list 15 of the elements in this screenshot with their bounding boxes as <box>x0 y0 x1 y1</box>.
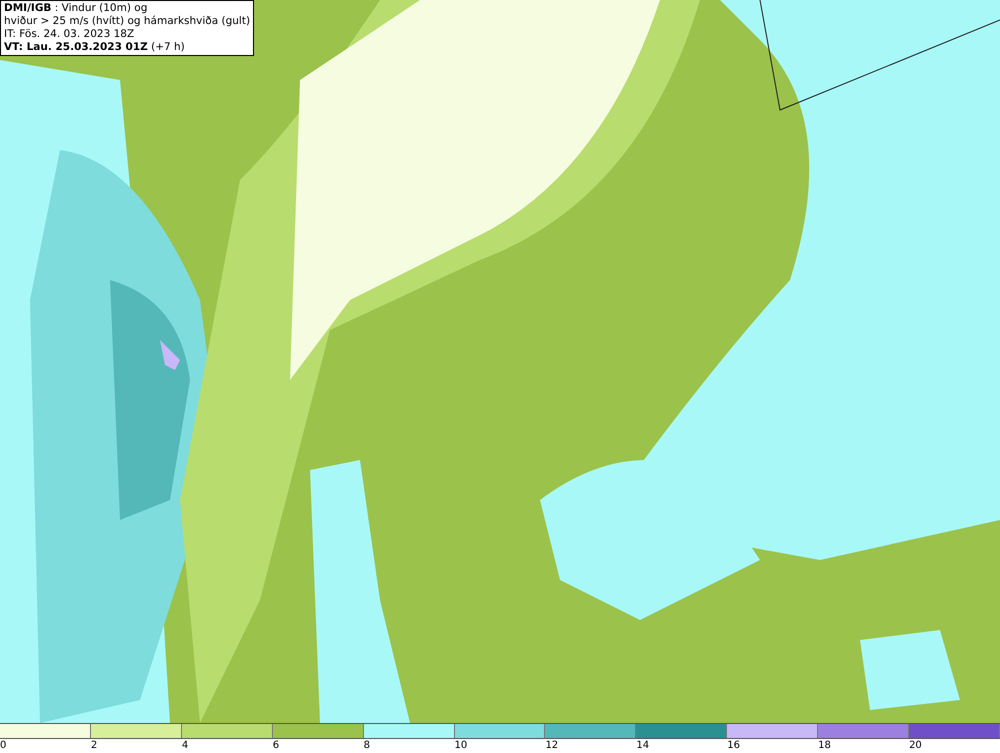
legend-label: 18 <box>818 740 831 751</box>
legend-label: 20 <box>909 740 922 751</box>
legend-label: 14 <box>636 740 650 751</box>
legend-label: 4 <box>182 740 188 751</box>
legend-label: 0 <box>0 740 6 751</box>
info-text: VT: Lau. 25.03.2023 01Z (+7 h) <box>4 41 186 54</box>
info-text: DMI/IGB : Vindur (10m) og <box>4 2 148 15</box>
legend-label: 2 <box>90 740 98 751</box>
info-text: hviður > 25 m/s (hvítt) og hámarkshviða (gult) <box>4 15 250 28</box>
legend-label: 16 <box>727 740 740 751</box>
info-text: IT: Fös. 24. 03. 2023 18Z <box>4 28 136 41</box>
legend-label: 8 <box>364 740 370 751</box>
legend-label: 10 <box>454 740 468 751</box>
legend-label: 6 <box>272 740 280 751</box>
legend-label: 12 <box>545 740 558 751</box>
